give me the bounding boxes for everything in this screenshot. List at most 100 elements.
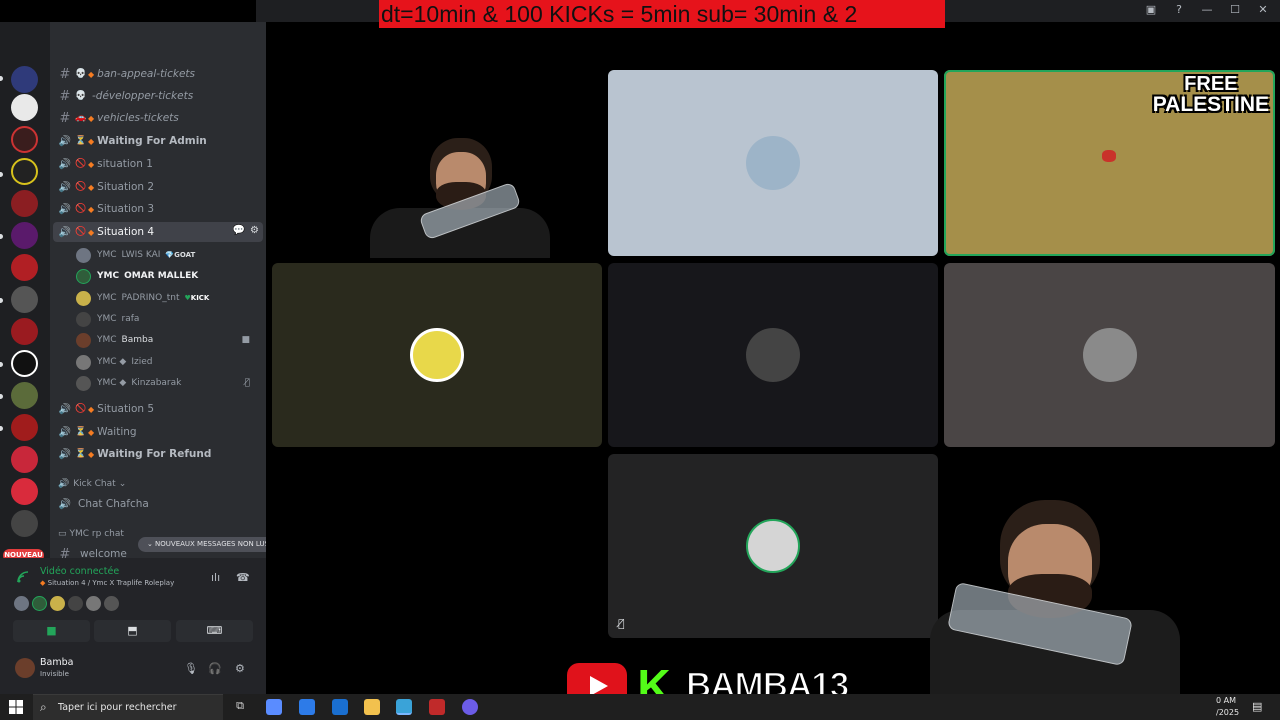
- muted-mic-icon: 🎙̸: [618, 617, 625, 630]
- category-label: Kick Chat: [73, 479, 116, 489]
- edge-icon[interactable]: [396, 699, 412, 715]
- streamer-webcam-small: [360, 138, 560, 258]
- participant-tile[interactable]: [272, 263, 602, 447]
- channel-voice[interactable]: 🔊 ⏳ ◆ Waiting For Admin: [53, 131, 263, 151]
- channel-voice[interactable]: 🔊 Chat Chafcha: [53, 494, 263, 514]
- server-icon[interactable]: [11, 190, 38, 217]
- task-view-icon[interactable]: ⧉: [232, 699, 248, 715]
- inbox-icon[interactable]: ▣: [1144, 3, 1158, 16]
- file-explorer-icon[interactable]: [364, 699, 380, 715]
- server-icon[interactable]: [11, 222, 38, 249]
- server-icon[interactable]: [11, 478, 38, 505]
- activity-button[interactable]: ⌨: [176, 620, 253, 642]
- avatar[interactable]: [14, 596, 29, 611]
- server-icon[interactable]: [11, 414, 38, 441]
- taskbar-search[interactable]: ⌕ Taper ici pour rechercher: [33, 694, 223, 720]
- channel-emoji: ⏳: [75, 427, 87, 437]
- server-icon[interactable]: [11, 382, 38, 409]
- unread-pip: [0, 426, 3, 431]
- clock-time: 0 AM: [1216, 696, 1237, 705]
- app-icon[interactable]: [429, 699, 445, 715]
- participant-tile[interactable]: [944, 263, 1275, 447]
- user-avatar[interactable]: [15, 658, 35, 678]
- diamond-icon: ◆: [88, 404, 95, 414]
- avatar[interactable]: [50, 596, 65, 611]
- server-icon[interactable]: [11, 66, 38, 93]
- gear-icon[interactable]: ⚙: [250, 225, 259, 236]
- server-icon[interactable]: [11, 254, 38, 281]
- copilot-icon[interactable]: [266, 699, 282, 715]
- chat-icon[interactable]: 💬: [233, 225, 245, 236]
- voice-avatars: [14, 596, 119, 611]
- participant-tile[interactable]: 🎙̸: [608, 454, 938, 638]
- maximize-button[interactable]: ☐: [1228, 3, 1242, 16]
- server-icon[interactable]: [11, 94, 38, 121]
- settings-gear-icon[interactable]: ⚙: [235, 662, 245, 675]
- store-icon[interactable]: [299, 699, 315, 715]
- channel-label: Waiting For Refund: [97, 448, 212, 460]
- taskbar-clock[interactable]: 0 AM /2025: [1216, 695, 1239, 719]
- badge-label: GOAT: [174, 251, 196, 259]
- participant-tile-speaking[interactable]: FREE PALESTINE: [944, 70, 1275, 256]
- screen-share-icon: ⬒: [127, 624, 138, 637]
- category-kick-chat[interactable]: 🔊 Kick Chat ⌄: [58, 479, 126, 489]
- close-button[interactable]: ✕: [1256, 3, 1270, 16]
- disconnect-icon[interactable]: ☎: [236, 571, 250, 584]
- avatar: [76, 354, 91, 370]
- channel-text[interactable]: # 🚗 ◆ vehicles-tickets: [53, 108, 263, 128]
- avatar[interactable]: [104, 596, 119, 611]
- category-rp-chat[interactable]: ▭ YMC rp chat: [58, 529, 124, 539]
- channel-emoji: 💀: [75, 91, 87, 101]
- channel-label: Chat Chafcha: [78, 498, 149, 510]
- help-icon[interactable]: ?: [1172, 3, 1186, 16]
- headphones-icon[interactable]: 🎧: [208, 662, 222, 675]
- skull-server-icon[interactable]: [11, 350, 38, 377]
- server-icon[interactable]: [11, 158, 38, 185]
- channel-text[interactable]: # 💀 ◆ ban-appeal-tickets: [53, 64, 263, 84]
- camera-button[interactable]: ■: [13, 620, 90, 642]
- channel-text[interactable]: # 💀 -développer-tickets: [53, 86, 263, 106]
- channel-voice[interactable]: 🔊 🚫 ◆ situation 1: [53, 154, 263, 174]
- channel-emoji: 🚫: [75, 204, 87, 214]
- voice-member[interactable]: YMC Bamba ■: [76, 330, 262, 350]
- avatar[interactable]: [86, 596, 101, 611]
- discord-icon[interactable]: [462, 699, 478, 715]
- outlook-icon[interactable]: [332, 699, 348, 715]
- avatar[interactable]: [32, 596, 47, 611]
- voice-member[interactable]: YMC PADRINO_tnt ♥KICK: [76, 288, 262, 308]
- noise-suppression-icon[interactable]: ılı: [211, 571, 220, 584]
- server-icon[interactable]: [11, 126, 38, 153]
- new-messages-pill[interactable]: ⌄ NOUVEAUX MESSAGES NON LUS: [138, 537, 266, 552]
- participant-tile[interactable]: [608, 70, 938, 256]
- windows-start-icon[interactable]: [9, 700, 23, 714]
- server-icon[interactable]: [11, 286, 38, 313]
- channel-voice[interactable]: 🔊 🚫 ◆ Situation 2: [53, 177, 263, 197]
- screen-share-button[interactable]: ⬒: [94, 620, 171, 642]
- channel-voice[interactable]: 🔊 🚫 ◆ Situation 3: [53, 199, 263, 219]
- microphone-icon[interactable]: 🎙: [184, 662, 198, 675]
- voice-member[interactable]: YMC ◆ Kinzabarak 🎙̸: [76, 373, 262, 393]
- server-icon[interactable]: [11, 510, 38, 537]
- minimize-button[interactable]: —: [1200, 3, 1214, 16]
- voice-member[interactable]: YMC rafa: [76, 309, 262, 329]
- channel-label: Waiting: [97, 426, 137, 438]
- server-icon[interactable]: [11, 318, 38, 345]
- voice-member[interactable]: YMC OMAR MALLEK: [76, 266, 262, 286]
- voice-member[interactable]: YMC ◆ Izied: [76, 352, 262, 372]
- channel-voice[interactable]: 🔊 ⏳ ◆ Waiting For Refund: [53, 444, 263, 464]
- channel-label: Situation 3: [97, 203, 155, 215]
- channel-voice-active[interactable]: 🔊 🚫 ◆ Situation 4 💬 ⚙: [53, 222, 263, 242]
- member-badge: 💎GOAT: [165, 251, 195, 259]
- notification-icon[interactable]: ▤: [1252, 700, 1262, 713]
- voice-location[interactable]: ◆ Situation 4 / Ymc X Traplife Roleplay: [40, 579, 174, 587]
- server-icon[interactable]: [11, 446, 38, 473]
- channel-voice[interactable]: 🔊 🚫 ◆ Situation 5: [53, 399, 263, 419]
- channel-emoji: 🚗: [75, 113, 87, 123]
- speaker-icon: 🔊: [58, 479, 70, 489]
- participant-tile[interactable]: [608, 263, 938, 447]
- avatar: [76, 268, 91, 284]
- member-prefix: YMC: [97, 335, 117, 345]
- voice-member[interactable]: YMC LWIS KAI 💎GOAT: [76, 245, 262, 265]
- channel-voice[interactable]: 🔊 ⏳ ◆ Waiting: [53, 422, 263, 442]
- avatar[interactable]: [68, 596, 83, 611]
